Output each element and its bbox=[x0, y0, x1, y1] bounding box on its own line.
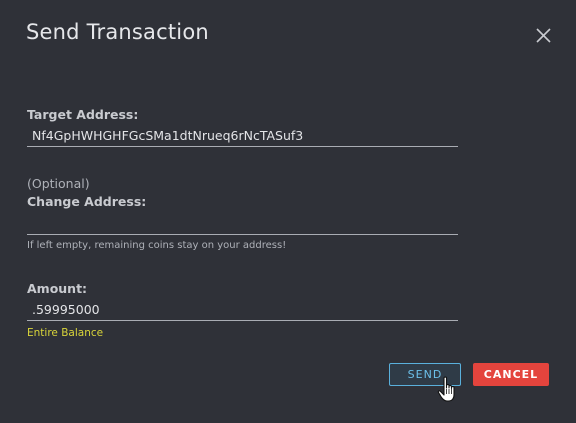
amount-input[interactable] bbox=[27, 299, 458, 321]
change-address-hint: If left empty, remaining coins stay on y… bbox=[27, 240, 287, 251]
change-address-input[interactable] bbox=[27, 213, 458, 235]
amount-label: Amount: bbox=[27, 281, 88, 296]
target-address-input[interactable] bbox=[27, 125, 458, 147]
entire-balance-link[interactable]: Entire Balance bbox=[27, 327, 103, 339]
close-icon[interactable] bbox=[533, 25, 555, 47]
change-address-optional-text: (Optional) bbox=[27, 176, 90, 191]
send-transaction-dialog: Send Transaction Target Address: (Option… bbox=[0, 0, 576, 423]
cancel-button[interactable]: CANCEL bbox=[473, 363, 549, 386]
hand-pointer-cursor-icon bbox=[436, 376, 462, 404]
target-address-label: Target Address: bbox=[27, 107, 139, 122]
change-address-label: Change Address: bbox=[27, 194, 147, 209]
dialog-title: Send Transaction bbox=[26, 20, 209, 44]
